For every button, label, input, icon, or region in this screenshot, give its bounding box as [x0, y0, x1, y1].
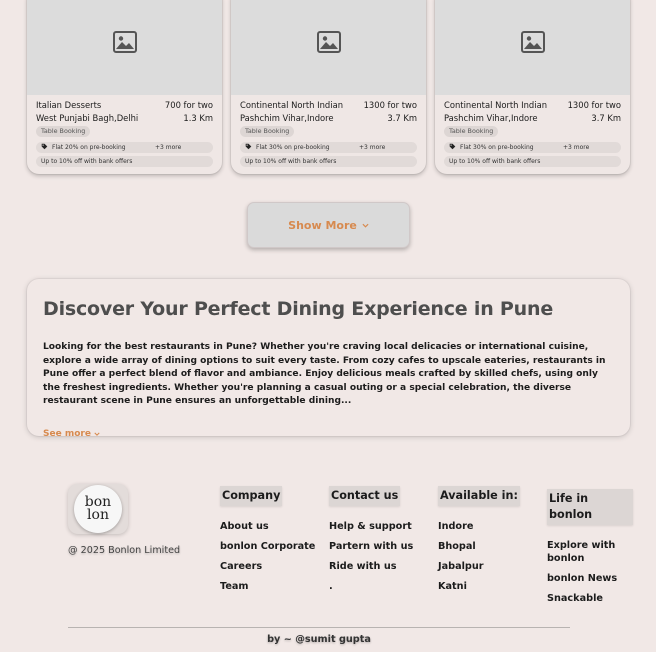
- price-label: 1300 for two: [363, 100, 417, 110]
- restaurant-image[interactable]: [231, 0, 426, 95]
- restaurant-card[interactable]: Italian Desserts 700 for two West Punjabi…: [27, 0, 222, 174]
- footer-column-title: Life in bonlon: [547, 489, 633, 525]
- show-more-button[interactable]: Show More: [247, 202, 410, 248]
- chevron-down-icon: [362, 223, 369, 228]
- discover-section: Discover Your Perfect Dining Experience …: [27, 279, 630, 439]
- image-icon: [316, 30, 341, 53]
- footer-link[interactable]: Snackable: [547, 592, 633, 605]
- more-offers-link[interactable]: +3 more: [155, 144, 181, 151]
- bank-offer-strip: Up to 10% off with bank offers: [444, 156, 621, 167]
- distance-label: 1.3 Km: [183, 112, 213, 123]
- more-offers-link[interactable]: +3 more: [563, 144, 589, 151]
- see-more-label: See more: [43, 428, 91, 439]
- distance-label: 3.7 Km: [591, 112, 621, 123]
- footer-link[interactable]: About us: [220, 520, 315, 533]
- footer-link[interactable]: Help & support: [329, 520, 413, 533]
- offer-strip[interactable]: Flat 20% on pre-booking +3 more: [36, 142, 213, 153]
- table-booking-tag: Table Booking: [240, 126, 295, 137]
- image-icon: [520, 30, 545, 53]
- author-credit: by ~ @sumit gupta: [267, 634, 371, 645]
- footer-link[interactable]: bonlon Corporate: [220, 540, 315, 553]
- footer-column-title: Available in:: [438, 486, 520, 506]
- offer-strip[interactable]: Flat 30% on pre-booking +3 more: [240, 142, 417, 153]
- cuisine-label: Italian Desserts: [36, 100, 102, 110]
- bank-offer-label: Up to 10% off with bank offers: [245, 158, 337, 165]
- footer-link[interactable]: Ride with us: [329, 560, 413, 573]
- footer-divider: [68, 627, 570, 628]
- footer-column-title: Company: [220, 486, 283, 506]
- table-booking-tag: Table Booking: [36, 126, 91, 137]
- chevron-down-icon: [94, 432, 100, 436]
- discover-description: Looking for the best restaurants in Pune…: [43, 342, 606, 407]
- offer-strip[interactable]: Flat 30% on pre-booking +3 more: [444, 142, 621, 153]
- logo-text-bottom: lon: [87, 507, 109, 523]
- footer-link[interactable]: bonlon News: [547, 572, 633, 585]
- cuisine-label: Continental North Indian: [240, 100, 344, 110]
- bank-offer-label: Up to 10% off with bank offers: [41, 158, 133, 165]
- footer-column-title: Contact us: [329, 486, 401, 506]
- location-label: Pashchim Vihar,Indore: [240, 112, 334, 123]
- bank-offer-label: Up to 10% off with bank offers: [449, 158, 541, 165]
- restaurant-card[interactable]: Continental North Indian 1300 for two Pas…: [435, 0, 630, 174]
- tag-icon: [245, 143, 252, 152]
- footer-link[interactable]: Bhopal: [438, 540, 520, 553]
- footer-link[interactable]: Katni: [438, 580, 520, 593]
- footer-column-contact: Contact us Help & support Partern with u…: [329, 486, 413, 600]
- show-more-label: Show More: [288, 218, 357, 232]
- footer-link[interactable]: Careers: [220, 560, 315, 573]
- restaurant-card-row: Italian Desserts 700 for two West Punjabi…: [27, 0, 631, 174]
- footer-logo[interactable]: bon lon: [68, 484, 128, 534]
- location-label: Pashchim Vihar,Indore: [444, 112, 538, 123]
- see-more-link[interactable]: See more: [43, 429, 614, 439]
- image-icon: [112, 30, 137, 53]
- tag-icon: [449, 143, 456, 152]
- more-offers-link[interactable]: +3 more: [359, 144, 385, 151]
- restaurant-image[interactable]: [27, 0, 222, 95]
- logo-mark: bon lon: [74, 485, 122, 533]
- footer-link[interactable]: Indore: [438, 520, 520, 533]
- footer-link[interactable]: Partern with us: [329, 540, 413, 553]
- footer-link[interactable]: Team: [220, 580, 315, 593]
- offer-label: Flat 30% on pre-booking: [256, 144, 330, 151]
- restaurant-image[interactable]: [435, 0, 630, 95]
- restaurant-card[interactable]: Continental North Indian 1300 for two Pas…: [231, 0, 426, 174]
- footer-column-available: Available in: Indore Bhopal Jabalpur Kat…: [438, 486, 520, 600]
- copyright-text: @ 2025 Bonlon Limited: [68, 545, 181, 556]
- bank-offer-strip: Up to 10% off with bank offers: [240, 156, 417, 167]
- table-booking-tag: Table Booking: [444, 126, 499, 137]
- distance-label: 3.7 Km: [387, 112, 417, 123]
- footer-link[interactable]: Explore with bonlon: [547, 539, 633, 565]
- price-label: 700 for two: [164, 100, 213, 110]
- footer-link: .: [329, 581, 333, 592]
- location-label: West Punjabi Bagh,Delhi: [36, 112, 139, 123]
- tag-icon: [41, 143, 48, 152]
- footer-column-life: Life in bonlon Explore with bonlon bonlo…: [547, 489, 633, 612]
- discover-title: Discover Your Perfect Dining Experience …: [43, 298, 554, 320]
- offer-label: Flat 30% on pre-booking: [460, 144, 534, 151]
- offer-label: Flat 20% on pre-booking: [52, 144, 126, 151]
- footer-link[interactable]: Jabalpur: [438, 560, 520, 573]
- footer-column-company: Company About us bonlon Corporate Career…: [220, 486, 315, 600]
- bank-offer-strip: Up to 10% off with bank offers: [36, 156, 213, 167]
- cuisine-label: Continental North Indian: [444, 100, 548, 110]
- price-label: 1300 for two: [567, 100, 621, 110]
